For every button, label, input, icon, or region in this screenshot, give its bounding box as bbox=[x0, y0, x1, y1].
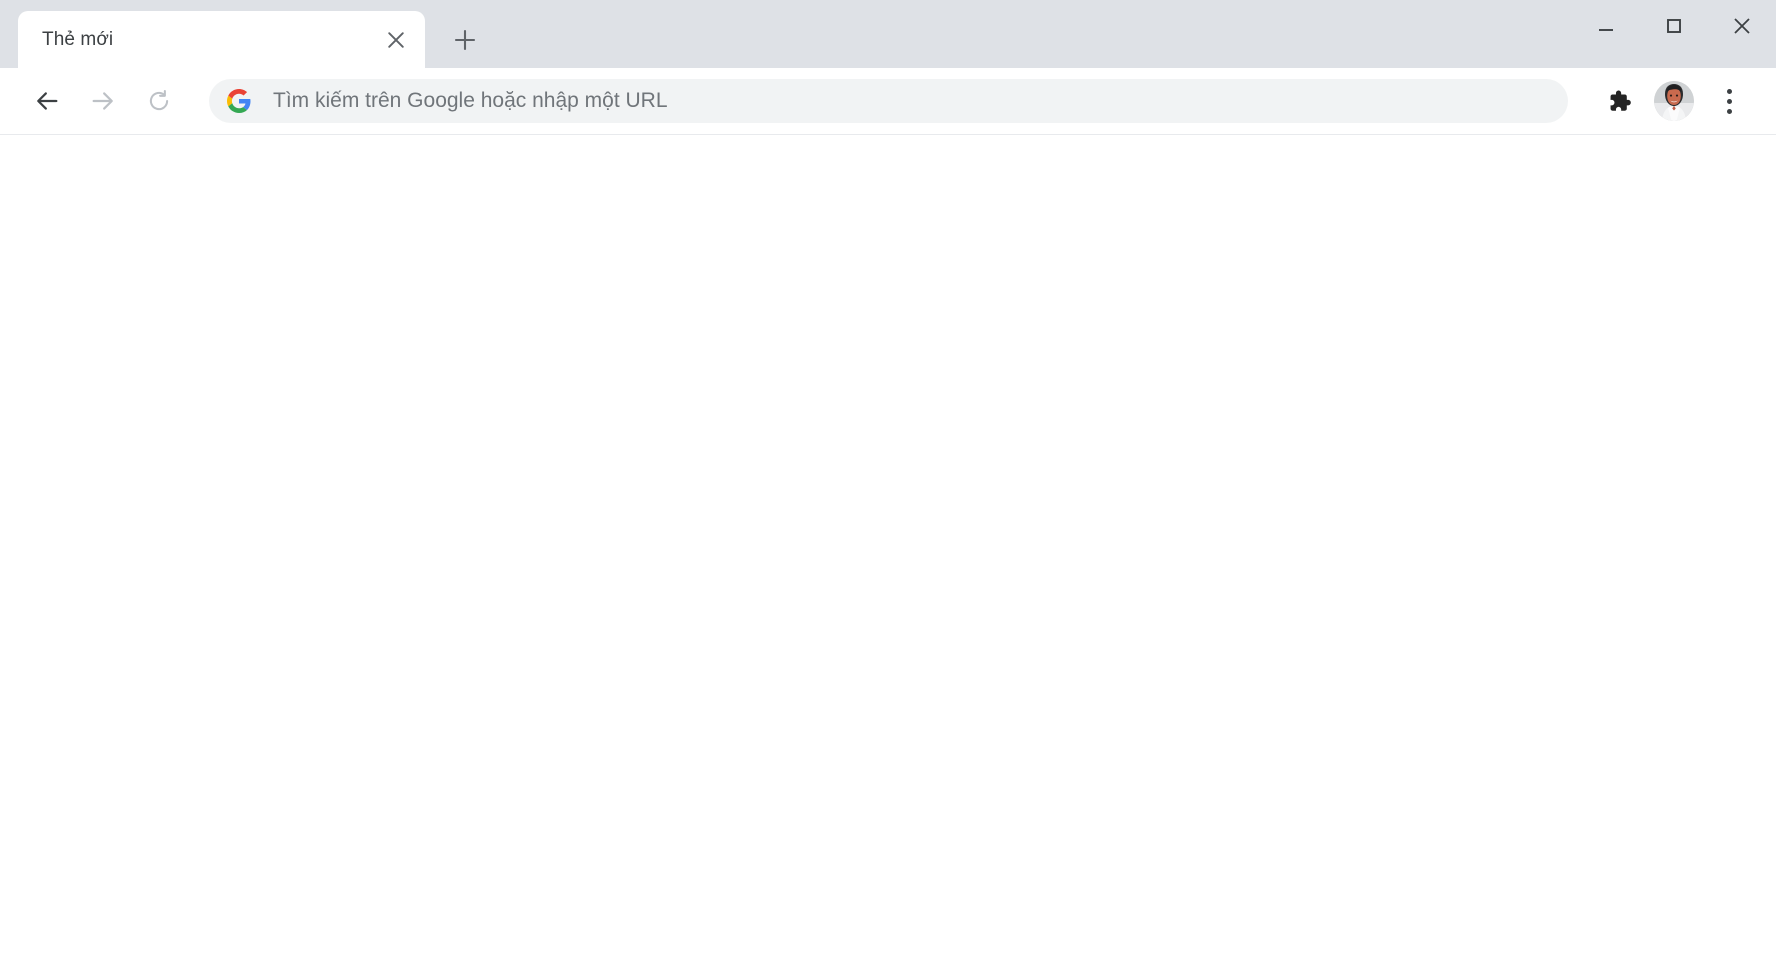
arrow-left-icon bbox=[37, 92, 58, 110]
close-icon[interactable] bbox=[377, 21, 415, 59]
extensions-button[interactable] bbox=[1596, 78, 1642, 124]
profile-photo bbox=[1654, 81, 1694, 121]
new-tab-button[interactable] bbox=[441, 16, 489, 64]
maximize-icon bbox=[1667, 19, 1681, 33]
browser-toolbar bbox=[0, 68, 1776, 135]
minimize-button[interactable] bbox=[1572, 0, 1640, 52]
omnibox[interactable] bbox=[209, 79, 1568, 123]
avatar[interactable] bbox=[1654, 81, 1694, 121]
tab-new-tab[interactable]: Thẻ mới bbox=[18, 11, 425, 68]
window-controls bbox=[1572, 0, 1776, 52]
tab-strip-left-padding bbox=[0, 0, 18, 68]
tab-title: Thẻ mới bbox=[42, 30, 114, 49]
minimize-icon bbox=[1599, 29, 1613, 31]
forward-button[interactable] bbox=[80, 78, 126, 124]
arrow-right-icon bbox=[92, 92, 113, 110]
dot-1 bbox=[1726, 88, 1732, 94]
google-g-icon bbox=[227, 89, 251, 113]
dot-2 bbox=[1726, 98, 1732, 104]
close-icon bbox=[1734, 18, 1750, 34]
back-button[interactable] bbox=[24, 78, 70, 124]
page-content-area bbox=[0, 135, 1776, 970]
reload-icon bbox=[149, 90, 169, 111]
browser-window: Thẻ mới bbox=[0, 0, 1776, 970]
three-dots-menu-button[interactable] bbox=[1706, 78, 1752, 124]
reload-button[interactable] bbox=[136, 78, 182, 124]
plus-icon bbox=[454, 29, 476, 51]
tab-strip: Thẻ mới bbox=[0, 0, 1776, 68]
puzzle-icon bbox=[1610, 90, 1631, 111]
address-bar-input[interactable] bbox=[273, 89, 1550, 113]
close-window-button[interactable] bbox=[1708, 0, 1776, 52]
dot-3 bbox=[1726, 108, 1732, 114]
maximize-button[interactable] bbox=[1640, 0, 1708, 52]
